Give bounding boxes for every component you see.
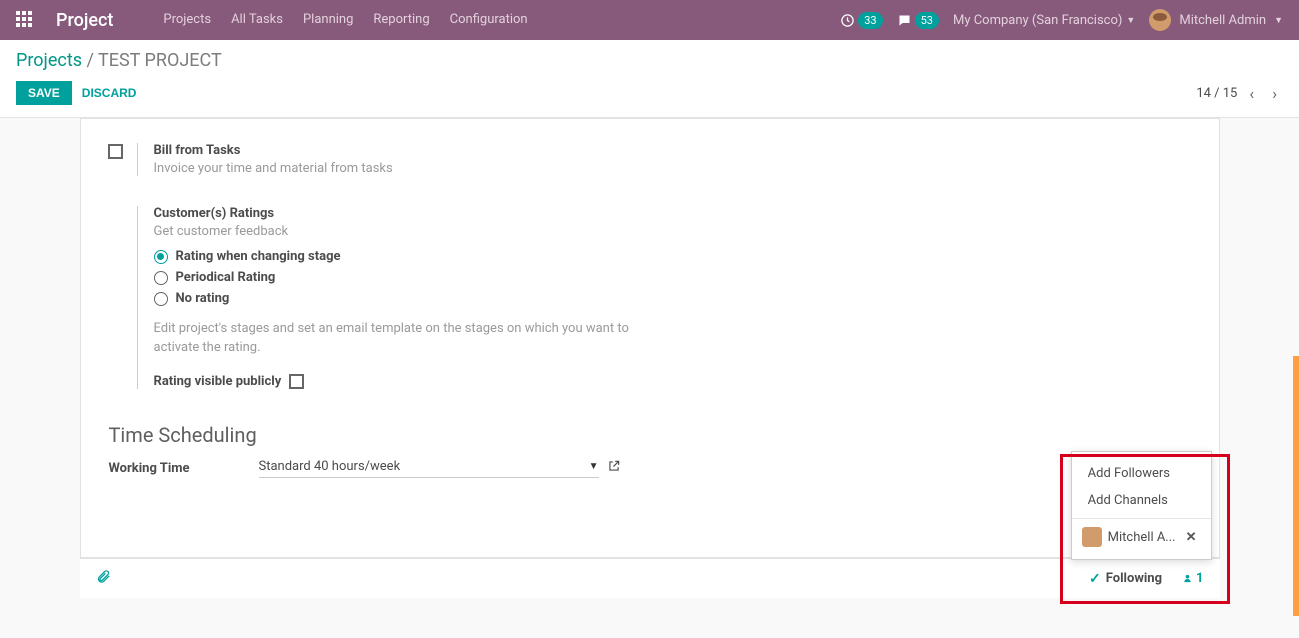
attachment-icon[interactable]	[96, 569, 111, 588]
discard-button[interactable]: DISCARD	[72, 81, 147, 105]
rating-public-checkbox[interactable]	[289, 374, 304, 389]
following-label: Following	[1106, 571, 1162, 586]
activity-count: 33	[858, 12, 882, 29]
caret-down-icon: ▼	[589, 461, 599, 472]
main-navbar: Project Projects All Tasks Planning Repo…	[0, 0, 1299, 40]
setting-bill-from-tasks: Bill from Tasks Invoice your time and ma…	[137, 143, 1191, 176]
follower-name: Mitchell A...	[1108, 530, 1176, 545]
breadcrumb-current: TEST PROJECT	[98, 50, 222, 71]
radio-no-rating-label: No rating	[176, 291, 230, 306]
radio-periodical-label: Periodical Rating	[176, 270, 276, 285]
company-name: My Company (San Francisco)	[953, 13, 1122, 28]
add-channels-item[interactable]: Add Channels	[1072, 487, 1211, 514]
user-name: Mitchell Admin	[1179, 13, 1266, 28]
speech-icon	[897, 13, 912, 28]
chatter-bar: Add Followers Add Channels Mitchell A...…	[80, 558, 1220, 598]
bill-from-tasks-checkbox[interactable]	[108, 144, 123, 159]
messaging-indicator[interactable]: 53	[897, 12, 939, 29]
section-time-scheduling: Time Scheduling	[109, 423, 1191, 447]
save-button[interactable]: SAVE	[16, 81, 72, 105]
activity-indicator[interactable]: 33	[840, 12, 882, 29]
apps-icon[interactable]	[16, 11, 34, 29]
pager: 14 / 15 ‹ ›	[1196, 82, 1283, 105]
ratings-note: Edit project's stages and set an email t…	[154, 320, 634, 358]
bill-desc: Invoice your time and material from task…	[154, 161, 393, 176]
nav-item-reporting[interactable]: Reporting	[363, 0, 439, 40]
working-time-select[interactable]: Standard 40 hours/week ▼	[259, 459, 599, 478]
message-count: 53	[915, 12, 939, 29]
followers-popover: Add Followers Add Channels Mitchell A...…	[1071, 451, 1212, 560]
working-time-label: Working Time	[109, 461, 259, 476]
avatar	[1149, 9, 1171, 31]
person-icon	[1182, 573, 1193, 584]
bill-title: Bill from Tasks	[154, 143, 393, 158]
field-working-time: Working Time Standard 40 hours/week ▼	[109, 459, 1191, 478]
following-toggle[interactable]: ✓ Following	[1089, 571, 1162, 587]
caret-down-icon: ▼	[1126, 15, 1135, 26]
scrollbar-indicator[interactable]	[1293, 356, 1299, 616]
ratings-desc: Get customer feedback	[154, 224, 634, 239]
pager-prev-icon[interactable]: ‹	[1243, 82, 1260, 105]
breadcrumb-root[interactable]: Projects	[16, 50, 82, 71]
radio-periodical[interactable]	[154, 271, 168, 285]
clock-icon	[840, 13, 855, 28]
nav-item-projects[interactable]: Projects	[153, 0, 221, 40]
control-panel: Projects / TEST PROJECT SAVE DISCARD 14 …	[0, 40, 1299, 118]
nav-item-planning[interactable]: Planning	[293, 0, 363, 40]
ratings-title: Customer(s) Ratings	[154, 206, 634, 221]
follower-count-button[interactable]: 1	[1182, 571, 1203, 586]
app-brand[interactable]: Project	[56, 10, 113, 31]
rating-public-label: Rating visible publicly	[154, 374, 282, 389]
nav-menu: Projects All Tasks Planning Reporting Co…	[153, 0, 537, 40]
remove-follower-icon[interactable]: ✕	[1182, 530, 1201, 545]
working-time-value: Standard 40 hours/week	[259, 459, 401, 474]
radio-rating-stage[interactable]	[154, 250, 168, 264]
user-menu[interactable]: Mitchell Admin ▼	[1149, 9, 1283, 31]
caret-down-icon: ▼	[1274, 15, 1283, 26]
follower-count: 1	[1196, 571, 1203, 586]
add-followers-item[interactable]: Add Followers	[1072, 460, 1211, 487]
radio-no-rating[interactable]	[154, 292, 168, 306]
form-sheet: Bill from Tasks Invoice your time and ma…	[80, 118, 1220, 558]
pager-text[interactable]: 14 / 15	[1196, 86, 1237, 101]
avatar	[1082, 527, 1102, 547]
breadcrumb: Projects / TEST PROJECT	[16, 50, 1283, 71]
nav-item-all-tasks[interactable]: All Tasks	[221, 0, 293, 40]
pager-next-icon[interactable]: ›	[1266, 82, 1283, 105]
radio-rating-stage-label: Rating when changing stage	[176, 249, 341, 264]
breadcrumb-separator: /	[86, 50, 98, 71]
follower-row[interactable]: Mitchell A... ✕	[1072, 523, 1211, 551]
nav-item-configuration[interactable]: Configuration	[440, 0, 538, 40]
menu-separator	[1072, 518, 1211, 519]
external-link-icon[interactable]	[607, 459, 621, 477]
setting-customer-ratings: Customer(s) Ratings Get customer feedbac…	[137, 206, 1191, 389]
company-switcher[interactable]: My Company (San Francisco) ▼	[953, 13, 1135, 28]
check-icon: ✓	[1089, 571, 1101, 587]
